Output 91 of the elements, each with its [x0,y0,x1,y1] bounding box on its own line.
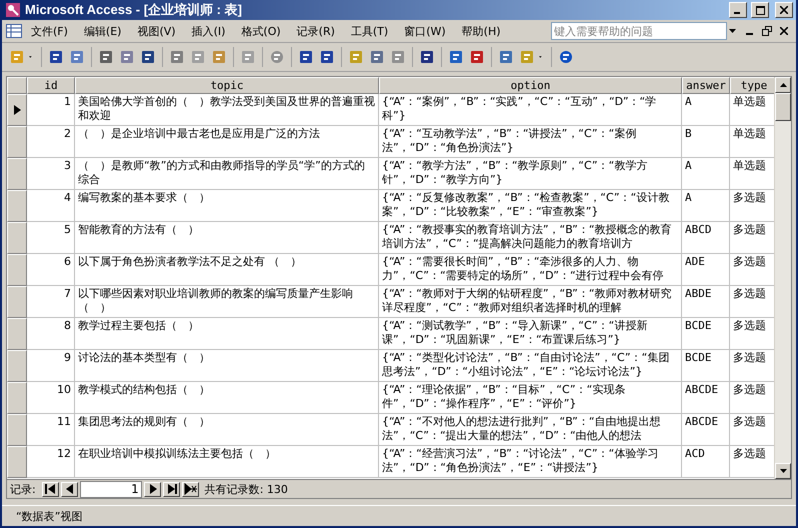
table-cell: B [682,126,730,158]
table-cell: 教学模式的结构包括（ ） [75,382,379,414]
minimize-button[interactable] [729,2,747,18]
datasheet-icon[interactable] [6,24,22,38]
table-cell: 1 [27,94,75,126]
column-header[interactable]: answer [682,77,730,94]
table-cell: A [682,158,730,190]
table-cell: （ ）是企业培训中最古老也是应用是广泛的方法 [75,126,379,158]
help-search-field[interactable]: 键入需要帮助的问题 [551,22,727,40]
status-text: “数据表”视图 [16,508,82,524]
menu-item[interactable]: 编辑(E) [76,22,128,40]
table-cell: ABCDE [682,382,730,414]
column-header[interactable]: option [379,77,682,94]
table-cell: {“A”：“测试教学”，“B”：“导入新课”，“C”：“讲授新课”，“D”：“巩固新课”，“E”：“布置课后练习”} [379,318,682,350]
table-cell: 教学过程主要包括（ ） [75,318,379,350]
maximize-button[interactable] [751,2,769,18]
column-header[interactable]: id [27,77,75,94]
menu-item[interactable]: 帮助(H) [454,22,508,40]
close-button[interactable] [775,2,793,18]
table-cell: BCDE [682,318,730,350]
table-cell: 12 [27,446,75,478]
first-record-button[interactable] [42,482,59,496]
table-cell: ABDE [682,286,730,318]
up-arrow-icon [780,83,786,87]
table-cell: 编写教案的基本要求（ ） [75,190,379,222]
table-cell: 3 [27,158,75,190]
new-record-button[interactable] [182,482,199,496]
table-cell: 8 [27,318,75,350]
table-cell: {“A”：“教师对于大纲的钻研程度”，“B”：“教师对教材研究详尽程度”，“C”：“教师对组织者选择时机的理解 [379,286,682,318]
scroll-down-button[interactable] [775,463,791,479]
table-cell: {“A”：“教授事实的教育培训方法”，“B”：“教授概念的教育培训方法”，“C”：“提高解决问题能力的教育培训方 [379,222,682,254]
table-cell: {“A”：“不对他人的想法进行批判”，“B”：“自由地提出想法”，“C”：“提出大量的想法”，“D”：“由他人的想法 [379,414,682,446]
column-header[interactable]: topic [75,77,379,94]
table-cell: ABCD [682,222,730,254]
table-cell: {“A”：“教学方法”，“B”：“教学原则”，“C”：“教学方针”，“D”：“教学方向”} [379,158,682,190]
menu-item[interactable]: 视图(V) [130,22,183,40]
table-cell: A [682,94,730,126]
table-cell: {“A”：“反复修改教案”，“B”：“检查教案”，“C”：“设计教案”，“D”：“比较教案”，“E”：“审查教案”} [379,190,682,222]
last-record-button[interactable] [162,482,180,496]
maximize-icon [756,6,764,14]
first-record-icon [43,482,58,496]
scroll-thumb[interactable] [775,93,791,121]
table-cell: 在职业培训中模拟训练法主要包括（ ） [75,446,379,478]
table-cell: ADE [682,254,730,286]
table-cell: 9 [27,350,75,382]
table-cell: 智能教育的方法有（ ） [75,222,379,254]
table-cell: 美国哈佛大学首创的（ ）教学法受到美国及世界的普遍重视和欢迎 [75,94,379,126]
key-icon [5,2,21,18]
column-header[interactable]: type [730,77,774,94]
table-cell: ACD [682,446,730,478]
table-cell: 11 [27,414,75,446]
scroll-up-button[interactable] [775,77,791,93]
table-cell: 7 [27,286,75,318]
table-cell: ABCDE [682,414,730,446]
caret-icon[interactable] [729,29,736,33]
table-cell: {“A”：“理论依据”，“B”：“目标”，“C”：“实现条件”，“D”：“操作程序”，“E”：“评价”} [379,382,682,414]
table-cell: 讨论法的基本类型有（ ） [75,350,379,382]
close-icon[interactable] [780,27,788,35]
record-number-field[interactable]: 1 [80,480,142,498]
record-label: 记录: [10,482,36,496]
menu-item[interactable]: 插入(I) [184,22,232,40]
table-cell: {“A”：“需要很长时间”，“B”：“牵涉很多的人力、物力”，“C”：“需要特定的场所”，“D”：“进行过程中会有停 [379,254,682,286]
table-cell: A [682,190,730,222]
table-cell: BCDE [682,350,730,382]
table-cell: 4 [27,190,75,222]
table-cell: 5 [27,222,75,254]
menu-item[interactable]: 格式(O) [234,22,288,40]
current-record-icon [14,105,20,115]
previous-record-button[interactable] [60,482,78,496]
next-record-button[interactable] [144,482,161,496]
record-count: 共有记录数: 130 [204,482,288,496]
table-cell: 以下属于角色扮演者教学法不足之处有 （ ） [75,254,379,286]
row-selector[interactable] [7,94,27,126]
table-cell: {“A”：“案例”，“B”：“实践”，“C”：“互动”，“D”：“学科”} [379,94,682,126]
down-arrow-icon [780,469,786,473]
menu-item[interactable]: 记录(R) [290,22,342,40]
table-cell: （ ）是教师“教”的方式和由教师指导的学员“学”的方式的综合 [75,158,379,190]
window-title: Microsoft Access - [企业培训师 : 表] [25,1,242,19]
menu-item[interactable]: 工具(T) [344,22,396,40]
close-icon [780,6,788,14]
table-cell: {“A”：“互动教学法”，“B”：“讲授法”，“C”：“案例法”，“D”：“角色扮演法”} [379,126,682,158]
table-cell: 10 [27,382,75,414]
table-cell: 6 [27,254,75,286]
table-cell: 以下哪些因素对职业培训教师的教案的编写质量产生影响（ ） [75,286,379,318]
table-cell: {“A”：“经营演习法”，“B”：“讨论法”，“C”：“体验学习法”，“D”：“角色扮演法”，“E”：“讲授法”} [379,446,682,478]
menu-item[interactable]: 窗口(W) [397,22,453,40]
restore-icon[interactable] [762,26,772,36]
table-cell: 集团思考法的规则有（ ） [75,414,379,446]
table-cell: 2 [27,126,75,158]
table-cell: {“A”：“类型化讨论法”，“B”：“自由讨论法”，“C”：“集团思考法”，“D”：“小组讨论法”，“E”：“论坛讨论法”} [379,350,682,382]
menu-item[interactable]: 文件(F) [24,22,75,40]
